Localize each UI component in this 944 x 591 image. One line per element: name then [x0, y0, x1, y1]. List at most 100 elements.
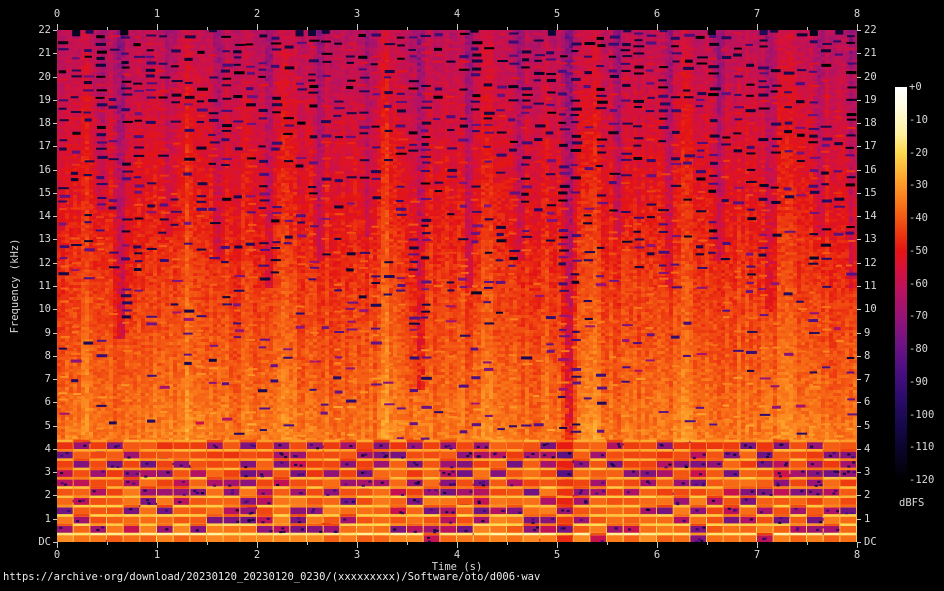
spectrogram-window: 012345678 012345678 22212019181716151413… [0, 0, 944, 591]
colorbar-gradient [895, 87, 907, 480]
freq-tick-label: 9 [864, 327, 870, 339]
freq-tick-mark [857, 449, 861, 450]
freq-tick-mark [53, 449, 57, 450]
time-minor-tick-mark [607, 542, 608, 545]
time-tick-label: 2 [254, 8, 260, 20]
time-tick-mark [157, 24, 158, 30]
time-tick-mark [457, 542, 458, 548]
colorbar-unit-label: dBFS [899, 497, 924, 509]
time-tick-mark [557, 542, 558, 548]
colorbar-tick-label: -50 [909, 245, 928, 257]
freq-tick-label: 3 [864, 466, 870, 478]
freq-tick-label: 15 [11, 187, 51, 199]
freq-tick-mark [53, 30, 57, 31]
time-tick-mark [657, 542, 658, 548]
freq-tick-label: 7 [864, 373, 870, 385]
freq-tick-mark [857, 333, 861, 334]
freq-tick-mark [857, 309, 861, 310]
freq-tick-label: 7 [11, 373, 51, 385]
freq-tick-mark [857, 100, 861, 101]
freq-tick-label: 21 [864, 47, 877, 59]
time-minor-tick-mark [607, 27, 608, 30]
freq-tick-mark [53, 333, 57, 334]
freq-tick-mark [53, 123, 57, 124]
freq-tick-mark [857, 426, 861, 427]
freq-tick-label: 15 [864, 187, 877, 199]
time-tick-label: 6 [654, 8, 660, 20]
freq-tick-label: 8 [864, 350, 870, 362]
time-tick-label: 5 [554, 8, 560, 20]
freq-tick-label: 16 [864, 164, 877, 176]
colorbar-tick-label: -20 [909, 147, 928, 159]
freq-tick-mark [857, 146, 861, 147]
freq-tick-label: 2 [864, 489, 870, 501]
time-tick-label: 6 [654, 549, 660, 561]
time-minor-tick-mark [507, 542, 508, 545]
freq-tick-label: 4 [11, 443, 51, 455]
time-tick-mark [357, 542, 358, 548]
time-minor-tick-mark [207, 27, 208, 30]
freq-tick-mark [857, 193, 861, 194]
colorbar-tick-label: -40 [909, 212, 928, 224]
freq-tick-mark [857, 263, 861, 264]
freq-tick-label: 21 [11, 47, 51, 59]
time-tick-mark [357, 24, 358, 30]
freq-tick-label: 6 [864, 396, 870, 408]
freq-tick-label: 1 [11, 513, 51, 525]
freq-tick-mark [53, 356, 57, 357]
time-minor-tick-mark [207, 542, 208, 545]
freq-tick-label: DC [864, 536, 877, 548]
time-tick-label: 1 [154, 549, 160, 561]
freq-tick-label: 13 [864, 233, 877, 245]
time-minor-tick-mark [507, 27, 508, 30]
freq-tick-mark [53, 146, 57, 147]
colorbar-tick-label: -70 [909, 310, 928, 322]
freq-tick-mark [53, 100, 57, 101]
freq-tick-mark [857, 472, 861, 473]
freq-tick-label: 1 [864, 513, 870, 525]
freq-tick-label: DC [11, 536, 51, 548]
time-tick-mark [457, 24, 458, 30]
freq-tick-mark [53, 286, 57, 287]
freq-tick-label: 12 [864, 257, 877, 269]
colorbar-tick-label: -60 [909, 278, 928, 290]
time-tick-mark [57, 24, 58, 30]
freq-tick-mark [53, 495, 57, 496]
freq-tick-label: 22 [864, 24, 877, 36]
time-minor-tick-mark [707, 542, 708, 545]
freq-tick-label: 18 [11, 117, 51, 129]
freq-tick-mark [53, 170, 57, 171]
freq-tick-label: 8 [11, 350, 51, 362]
colorbar-tick-label: -100 [909, 409, 934, 421]
freq-tick-label: 6 [11, 396, 51, 408]
freq-tick-label: 10 [864, 303, 877, 315]
time-tick-mark [257, 24, 258, 30]
time-tick-label: 4 [454, 549, 460, 561]
freq-tick-mark [53, 542, 57, 543]
freq-tick-mark [857, 286, 861, 287]
freq-tick-mark [857, 402, 861, 403]
colorbar-tick-label: -80 [909, 343, 928, 355]
time-tick-label: 5 [554, 549, 560, 561]
freq-tick-mark [857, 170, 861, 171]
time-tick-mark [257, 542, 258, 548]
time-tick-label: 2 [254, 549, 260, 561]
freq-tick-mark [857, 356, 861, 357]
freq-tick-mark [857, 123, 861, 124]
colorbar-tick-label: -30 [909, 179, 928, 191]
freq-tick-mark [53, 239, 57, 240]
freq-tick-mark [857, 542, 861, 543]
time-minor-tick-mark [307, 27, 308, 30]
freq-tick-mark [53, 216, 57, 217]
time-tick-label: 3 [354, 549, 360, 561]
freq-tick-label: 2 [11, 489, 51, 501]
time-minor-tick-mark [107, 542, 108, 545]
time-tick-mark [157, 542, 158, 548]
freq-tick-label: 14 [11, 210, 51, 222]
freq-tick-mark [53, 193, 57, 194]
freq-tick-label: 19 [864, 94, 877, 106]
frequency-axis-title: Frequency (kHz) [9, 239, 21, 334]
time-minor-tick-mark [807, 27, 808, 30]
spectrogram-canvas [57, 30, 857, 542]
time-minor-tick-mark [407, 542, 408, 545]
